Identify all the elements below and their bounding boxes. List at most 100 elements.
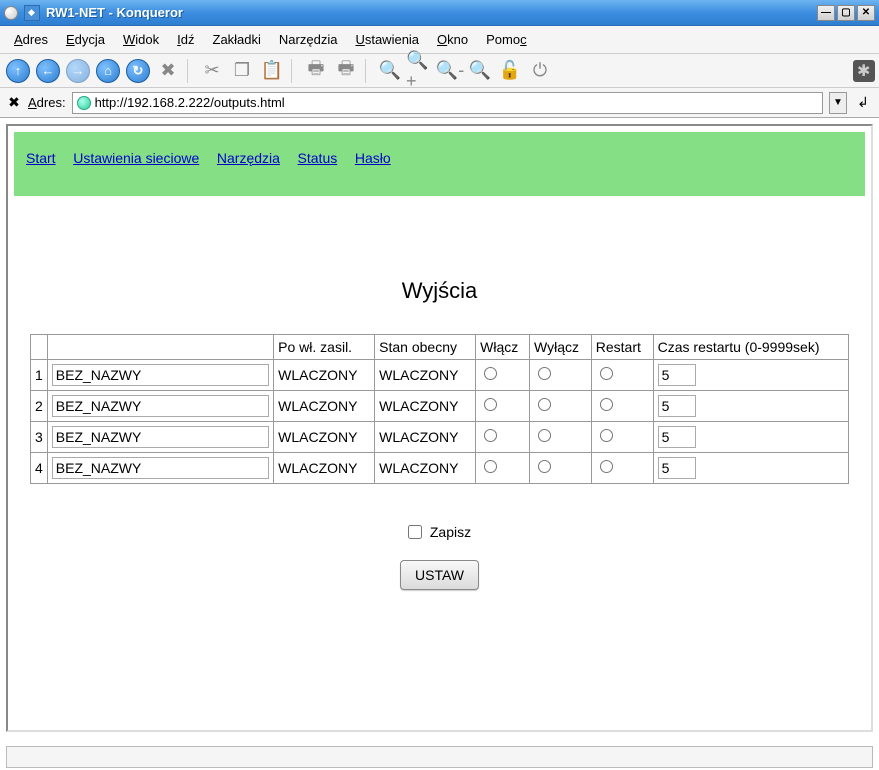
go-button[interactable]: ↲ <box>853 93 873 113</box>
ustaw-button[interactable]: USTAW <box>400 560 479 590</box>
row-index: 2 <box>31 391 48 422</box>
wlacz-radio[interactable] <box>484 429 497 442</box>
col-czas-restartu: Czas restartu (0-9999sek) <box>653 335 848 360</box>
zapisz-checkbox[interactable] <box>408 525 422 539</box>
table-row: 2 WLACZONYWLACZONY <box>31 391 849 422</box>
minimize-button[interactable]: — <box>817 5 835 21</box>
po-wl-value: WLACZONY <box>274 391 375 422</box>
restart-time-input[interactable] <box>658 364 696 386</box>
address-input-wrap[interactable] <box>72 92 823 114</box>
up-button[interactable]: ↑ <box>4 57 32 85</box>
stan-value: WLACZONY <box>375 422 476 453</box>
wylacz-radio[interactable] <box>538 367 551 380</box>
output-name-input[interactable] <box>52 457 269 479</box>
table-row: 3 WLACZONYWLACZONY <box>31 422 849 453</box>
power-icon[interactable]: ⏻ <box>526 57 554 85</box>
save-row: Zapisz <box>26 524 853 540</box>
forward-button[interactable]: → <box>64 57 92 85</box>
output-name-input[interactable] <box>52 395 269 417</box>
print-icon[interactable]: 🖶 <box>302 57 330 85</box>
paste-icon[interactable]: 📋 <box>258 57 286 85</box>
toolbar: ↑ ← → ⌂ ↻ ✖ ✂ ❐ 📋 🖶 🖶 🔍 🔍+ 🔍- 🔍 🔓 ⏻ <box>0 54 879 88</box>
col-stan-obecny: Stan obecny <box>375 335 476 360</box>
home-button[interactable]: ⌂ <box>94 57 122 85</box>
menu-zakladki[interactable]: Zakładki <box>205 29 269 50</box>
print-preview-icon[interactable]: 🖶 <box>332 57 360 85</box>
close-button[interactable]: ✕ <box>857 5 875 21</box>
output-name-input[interactable] <box>52 426 269 448</box>
copy-icon[interactable]: ❐ <box>228 57 256 85</box>
wylacz-radio[interactable] <box>538 398 551 411</box>
menu-ustawienia[interactable]: Ustawienia <box>347 29 427 50</box>
output-name-input[interactable] <box>52 364 269 386</box>
po-wl-value: WLACZONY <box>274 360 375 391</box>
reload-button[interactable]: ↻ <box>124 57 152 85</box>
outputs-table: Po wł. zasil. Stan obecny Włącz Wyłącz R… <box>30 334 849 484</box>
menu-adres[interactable]: Adres <box>6 29 56 50</box>
stan-value: WLACZONY <box>375 453 476 484</box>
menu-narzedzia[interactable]: Narzędzia <box>271 29 346 50</box>
restart-radio[interactable] <box>600 460 613 473</box>
col-restart: Restart <box>591 335 653 360</box>
nav-status[interactable]: Status <box>298 150 338 166</box>
find-icon[interactable]: 🔍 <box>376 57 404 85</box>
zoom-out-icon[interactable]: 🔍- <box>436 57 464 85</box>
stan-value: WLACZONY <box>375 391 476 422</box>
globe-icon <box>77 96 91 110</box>
wlacz-radio[interactable] <box>484 367 497 380</box>
wlacz-radio[interactable] <box>484 460 497 473</box>
address-input[interactable] <box>95 95 818 110</box>
restart-radio[interactable] <box>600 367 613 380</box>
wylacz-radio[interactable] <box>538 429 551 442</box>
row-index: 4 <box>31 453 48 484</box>
maximize-button[interactable]: ▢ <box>837 5 855 21</box>
zoom-reset-icon[interactable]: 🔍 <box>466 57 494 85</box>
nav-narzedzia[interactable]: Narzędzia <box>217 150 280 166</box>
lock-icon[interactable]: 🔓 <box>496 57 524 85</box>
menu-pomoc[interactable]: Pomoc <box>478 29 534 50</box>
po-wl-value: WLACZONY <box>274 453 375 484</box>
row-index: 1 <box>31 360 48 391</box>
table-row: 1 WLACZONYWLACZONY <box>31 360 849 391</box>
col-po-wl-zasil: Po wł. zasil. <box>274 335 375 360</box>
stan-value: WLACZONY <box>375 360 476 391</box>
menu-okno[interactable]: Okno <box>429 29 476 50</box>
titlebar: RW1-NET - Konqueror — ▢ ✕ <box>0 0 879 26</box>
row-index: 3 <box>31 422 48 453</box>
wlacz-radio[interactable] <box>484 398 497 411</box>
zoom-in-icon[interactable]: 🔍+ <box>406 57 434 85</box>
col-wylacz: Wyłącz <box>530 335 592 360</box>
table-header-row: Po wł. zasil. Stan obecny Włącz Wyłącz R… <box>31 335 849 360</box>
nav-start[interactable]: Start <box>26 150 56 166</box>
restart-time-input[interactable] <box>658 395 696 417</box>
po-wl-value: WLACZONY <box>274 422 375 453</box>
clear-address-icon[interactable]: ✖ <box>6 95 22 111</box>
restart-time-input[interactable] <box>658 457 696 479</box>
cut-icon[interactable]: ✂ <box>198 57 226 85</box>
menu-idz[interactable]: Idź <box>169 29 202 50</box>
restart-time-input[interactable] <box>658 426 696 448</box>
table-row: 4 WLACZONYWLACZONY <box>31 453 849 484</box>
address-label: Adres: <box>28 95 66 110</box>
content-frame: Start Ustawienia sieciowe Narzędzia Stat… <box>6 124 873 732</box>
back-button[interactable]: ← <box>34 57 62 85</box>
stop-button[interactable]: ✖ <box>154 57 182 85</box>
restart-radio[interactable] <box>600 429 613 442</box>
addressbar: ✖ Adres: ▼ ↲ <box>0 88 879 118</box>
nav-header: Start Ustawienia sieciowe Narzędzia Stat… <box>14 132 865 196</box>
nav-haslo[interactable]: Hasło <box>355 150 391 166</box>
page-title: Wyjścia <box>26 278 853 304</box>
window-title: RW1-NET - Konqueror <box>46 5 183 20</box>
window-menu-icon[interactable] <box>4 6 18 20</box>
zapisz-label: Zapisz <box>430 524 471 540</box>
restart-radio[interactable] <box>600 398 613 411</box>
address-dropdown[interactable]: ▼ <box>829 92 847 114</box>
wylacz-radio[interactable] <box>538 460 551 473</box>
menu-edycja[interactable]: Edycja <box>58 29 113 50</box>
col-wlacz: Włącz <box>476 335 530 360</box>
statusbar <box>6 746 873 768</box>
throbber-icon <box>853 60 875 82</box>
nav-ustawienia-sieciowe[interactable]: Ustawienia sieciowe <box>73 150 199 166</box>
app-icon <box>24 5 40 21</box>
menu-widok[interactable]: Widok <box>115 29 167 50</box>
